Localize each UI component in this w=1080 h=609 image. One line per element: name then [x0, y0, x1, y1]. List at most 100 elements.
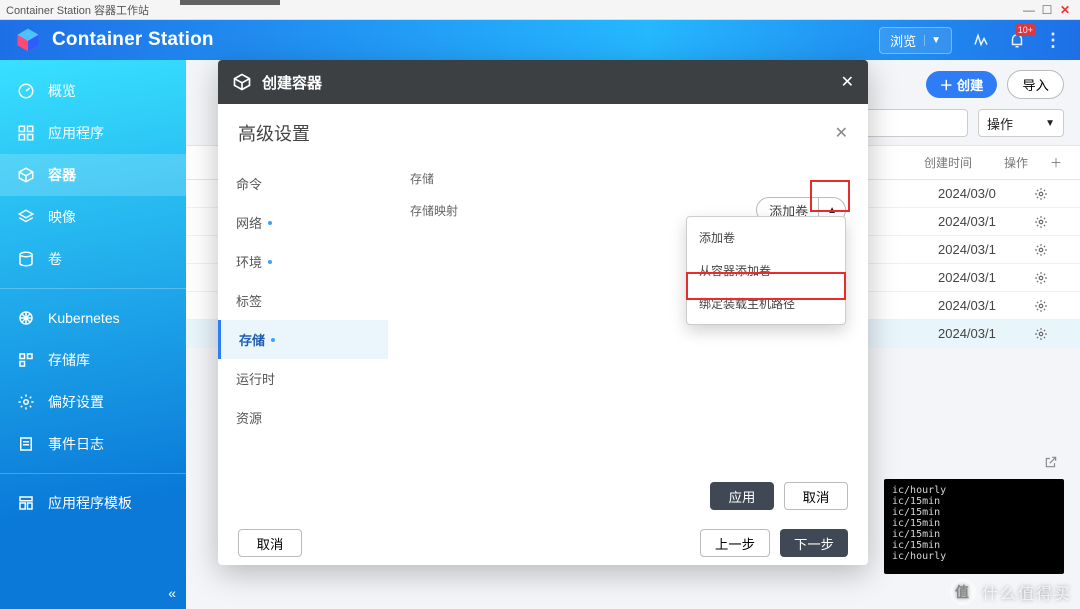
- sidebar-collapse-button[interactable]: «: [168, 585, 176, 601]
- add-column-icon[interactable]: ＋: [1050, 154, 1064, 171]
- sidebar-item-label: 偏好设置: [48, 392, 104, 412]
- advanced-nav-item[interactable]: 运行时: [218, 359, 388, 398]
- database-icon: [16, 249, 36, 269]
- sidebar-item-label: 应用程序模板: [48, 493, 132, 513]
- bulk-action-select[interactable]: 操作 ▼: [978, 109, 1064, 137]
- adv-cancel-button[interactable]: 取消: [784, 482, 848, 510]
- grid-icon: [16, 123, 36, 143]
- gear-icon: [16, 392, 36, 412]
- col-ops: 操作: [1004, 154, 1050, 171]
- menu-item-bind-mount-host-path[interactable]: 绑定装载主机路径: [687, 287, 845, 320]
- advanced-nav-item[interactable]: 存储: [218, 320, 388, 359]
- sidebar-item-label: 应用程序: [48, 123, 104, 143]
- row-gear-icon[interactable]: [1018, 299, 1064, 313]
- sidebar-item-images[interactable]: 映像: [0, 196, 186, 238]
- modal-cancel-button[interactable]: 取消: [238, 529, 302, 557]
- template-icon: [16, 493, 36, 513]
- advanced-nav-item[interactable]: 标签: [218, 281, 388, 320]
- create-button[interactable]: ＋ 创建: [926, 71, 998, 98]
- row-created: 2024/03/1: [938, 214, 1018, 229]
- col-created[interactable]: 创建时间: [924, 154, 1004, 171]
- advanced-nav-label: 标签: [236, 291, 262, 310]
- sidebar-item-label: 存储库: [48, 350, 90, 370]
- import-button[interactable]: 导入: [1007, 70, 1064, 99]
- gauge-icon: [16, 81, 36, 101]
- row-created: 2024/03/1: [938, 326, 1018, 341]
- browse-button-label: 浏览: [890, 31, 916, 50]
- advanced-nav-item[interactable]: 命令: [218, 164, 388, 203]
- apply-button[interactable]: 应用: [710, 482, 774, 510]
- add-volume-menu: 添加卷 从容器添加卷 绑定装载主机路径: [686, 216, 846, 325]
- window-maximize-button[interactable]: ☐: [1038, 3, 1056, 17]
- sidebar-divider: [0, 473, 186, 474]
- prev-step-button[interactable]: 上一步: [700, 529, 770, 557]
- mapping-label: 存储映射: [410, 202, 458, 219]
- sidebar-item-label: 容器: [48, 165, 76, 185]
- next-step-button[interactable]: 下一步: [780, 529, 848, 557]
- helm-wheel-icon: [16, 308, 36, 328]
- titlebar-decor: [180, 0, 280, 5]
- terminal-line: ic/15min: [892, 507, 1058, 518]
- advanced-nav-label: 命令: [236, 174, 262, 193]
- row-gear-icon[interactable]: [1018, 215, 1064, 229]
- dot-indicator-icon: [271, 338, 275, 342]
- notifications-icon[interactable]: 10+: [1004, 27, 1030, 53]
- terminal-line: ic/hourly: [892, 485, 1058, 496]
- activity-icon[interactable]: [968, 27, 994, 53]
- advanced-main: 存储 存储映射 添加卷 ▲ 添加: [388, 154, 868, 471]
- window-title: Container Station 容器工作站: [6, 2, 149, 18]
- menu-item-add-volume-from-container[interactable]: 从容器添加卷: [687, 254, 845, 287]
- advanced-nav: 命令网络环境标签存储运行时资源: [218, 154, 388, 471]
- row-created: 2024/03/1: [938, 298, 1018, 313]
- more-menu-icon[interactable]: ⋮: [1040, 27, 1066, 53]
- sidebar-item-kubernetes[interactable]: Kubernetes: [0, 297, 186, 339]
- popout-icon[interactable]: [1044, 455, 1058, 469]
- row-created: 2024/03/0: [938, 186, 1018, 201]
- terminal-line: ic/15min: [892, 540, 1058, 551]
- row-gear-icon[interactable]: [1018, 243, 1064, 257]
- sidebar-item-preferences[interactable]: 偏好设置: [0, 381, 186, 423]
- modal-title: 创建容器: [262, 72, 322, 93]
- modal-close-button[interactable]: ✕: [841, 72, 854, 92]
- sidebar-divider: [0, 288, 186, 289]
- advanced-nav-item[interactable]: 网络: [218, 203, 388, 242]
- sidebar-item-label: 映像: [48, 207, 76, 227]
- notification-badge: 10+: [1015, 24, 1036, 36]
- app-header: Container Station 浏览 ▼ 10+ ⋮: [0, 20, 1080, 60]
- terminal-line: ic/15min: [892, 496, 1058, 507]
- sidebar-item-overview[interactable]: 概览: [0, 70, 186, 112]
- advanced-settings-title: 高级设置: [238, 120, 310, 146]
- advanced-nav-label: 运行时: [236, 369, 275, 388]
- sidebar-item-registries[interactable]: 存储库: [0, 339, 186, 381]
- tiles-icon: [16, 350, 36, 370]
- sidebar-item-templates[interactable]: 应用程序模板: [0, 482, 186, 524]
- row-gear-icon[interactable]: [1018, 271, 1064, 285]
- log-icon: [16, 434, 36, 454]
- row-created: 2024/03/1: [938, 242, 1018, 257]
- row-gear-icon[interactable]: [1018, 327, 1064, 341]
- sidebar-item-apps[interactable]: 应用程序: [0, 112, 186, 154]
- sidebar-item-eventlog[interactable]: 事件日志: [0, 423, 186, 465]
- advanced-nav-label: 存储: [239, 330, 265, 349]
- layers-icon: [16, 207, 36, 227]
- sidebar-item-containers[interactable]: 容器: [0, 154, 186, 196]
- row-gear-icon[interactable]: [1018, 187, 1064, 201]
- create-container-modal: 创建容器 ✕ 高级设置 ✕ 命令网络环境标签存储运行时资源 存储 存储映射: [218, 60, 868, 565]
- window-minimize-button[interactable]: —: [1020, 3, 1038, 17]
- advanced-nav-item[interactable]: 资源: [218, 398, 388, 437]
- advanced-nav-item[interactable]: 环境: [218, 242, 388, 281]
- dot-indicator-icon: [268, 260, 272, 264]
- menu-item-add-volume[interactable]: 添加卷: [687, 221, 845, 254]
- sidebar-item-label: 卷: [48, 249, 62, 269]
- advanced-nav-label: 环境: [236, 252, 262, 271]
- terminal-line: ic/15min: [892, 529, 1058, 540]
- window-close-button[interactable]: ✕: [1056, 3, 1074, 17]
- section-label: 存储: [410, 170, 846, 187]
- cube-icon: [16, 165, 36, 185]
- app-logo: [14, 26, 42, 54]
- modal-header: 创建容器 ✕: [218, 60, 868, 104]
- sidebar-item-volumes[interactable]: 卷: [0, 238, 186, 280]
- advanced-close-button[interactable]: ✕: [835, 123, 848, 143]
- row-created: 2024/03/1: [938, 270, 1018, 285]
- browse-button[interactable]: 浏览 ▼: [879, 27, 952, 54]
